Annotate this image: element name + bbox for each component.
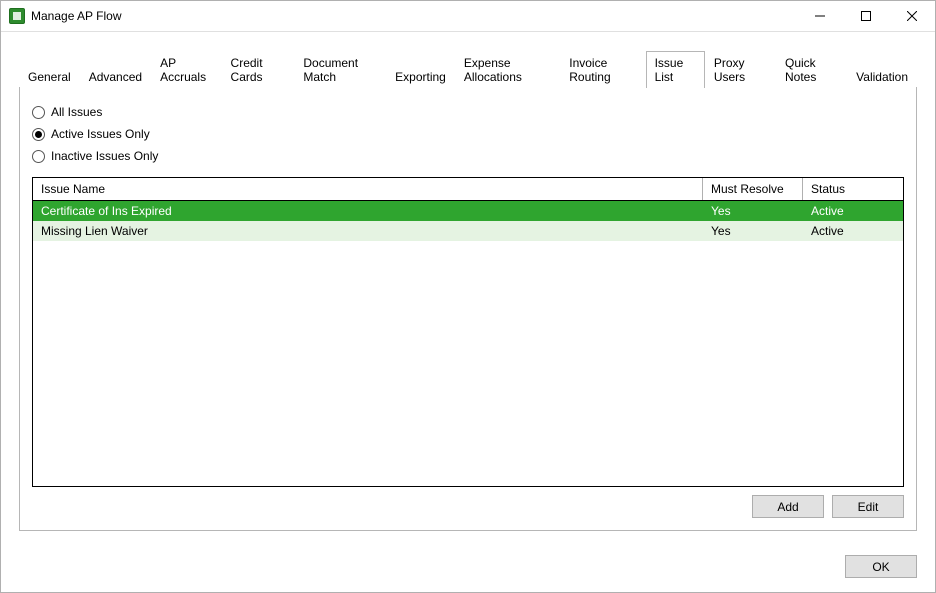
edit-button[interactable]: Edit (832, 495, 904, 518)
cell-status: Active (803, 221, 903, 241)
issues-grid: Issue Name Must Resolve Status Certifica… (32, 177, 904, 487)
cell-status: Active (803, 201, 903, 221)
tab-invoice-routing[interactable]: Invoice Routing (560, 51, 645, 88)
ok-button[interactable]: OK (845, 555, 917, 578)
grid-button-row: Add Edit (32, 495, 904, 518)
grid-body: Certificate of Ins ExpiredYesActiveMissi… (33, 201, 903, 486)
app-window: Manage AP Flow GeneralAdvancedAP Accrual… (0, 0, 936, 593)
grid-header: Issue Name Must Resolve Status (33, 178, 903, 201)
radio-label: Active Issues Only (51, 127, 150, 141)
col-header-must-resolve[interactable]: Must Resolve (703, 178, 803, 200)
add-button[interactable]: Add (752, 495, 824, 518)
radio-icon (32, 150, 45, 163)
tab-page-issue-list: All Issues Active Issues Only Inactive I… (19, 87, 917, 531)
tab-general[interactable]: General (19, 65, 80, 88)
tab-issue-list[interactable]: Issue List (646, 51, 705, 88)
radio-label: All Issues (51, 105, 102, 119)
dialog-footer: OK (1, 545, 935, 592)
client-area: GeneralAdvancedAP AccrualsCredit CardsDo… (1, 32, 935, 545)
radio-active-issues[interactable]: Active Issues Only (32, 123, 904, 145)
tab-validation[interactable]: Validation (847, 65, 917, 88)
tabstrip: GeneralAdvancedAP AccrualsCredit CardsDo… (19, 50, 917, 87)
window-controls (797, 1, 935, 31)
cell-must-resolve: Yes (703, 221, 803, 241)
radio-icon (32, 128, 45, 141)
cell-issue-name: Missing Lien Waiver (33, 221, 703, 241)
tab-expense-allocations[interactable]: Expense Allocations (455, 51, 560, 88)
tab-ap-accruals[interactable]: AP Accruals (151, 51, 221, 88)
table-row[interactable]: Certificate of Ins ExpiredYesActive (33, 201, 903, 221)
window-title: Manage AP Flow (31, 9, 797, 23)
tab-document-match[interactable]: Document Match (294, 51, 386, 88)
col-header-issue-name[interactable]: Issue Name (33, 178, 703, 200)
cell-must-resolve: Yes (703, 201, 803, 221)
tab-exporting[interactable]: Exporting (386, 65, 455, 88)
radio-icon (32, 106, 45, 119)
tab-advanced[interactable]: Advanced (80, 65, 151, 88)
radio-all-issues[interactable]: All Issues (32, 101, 904, 123)
minimize-button[interactable] (797, 1, 843, 31)
issue-filter-group: All Issues Active Issues Only Inactive I… (32, 101, 904, 167)
maximize-button[interactable] (843, 1, 889, 31)
tab-proxy-users[interactable]: Proxy Users (705, 51, 776, 88)
radio-inactive-issues[interactable]: Inactive Issues Only (32, 145, 904, 167)
table-row[interactable]: Missing Lien WaiverYesActive (33, 221, 903, 241)
close-button[interactable] (889, 1, 935, 31)
tab-credit-cards[interactable]: Credit Cards (222, 51, 295, 88)
col-header-status[interactable]: Status (803, 178, 903, 200)
app-icon (9, 8, 25, 24)
radio-label: Inactive Issues Only (51, 149, 158, 163)
titlebar: Manage AP Flow (1, 1, 935, 32)
tab-quick-notes[interactable]: Quick Notes (776, 51, 847, 88)
cell-issue-name: Certificate of Ins Expired (33, 201, 703, 221)
